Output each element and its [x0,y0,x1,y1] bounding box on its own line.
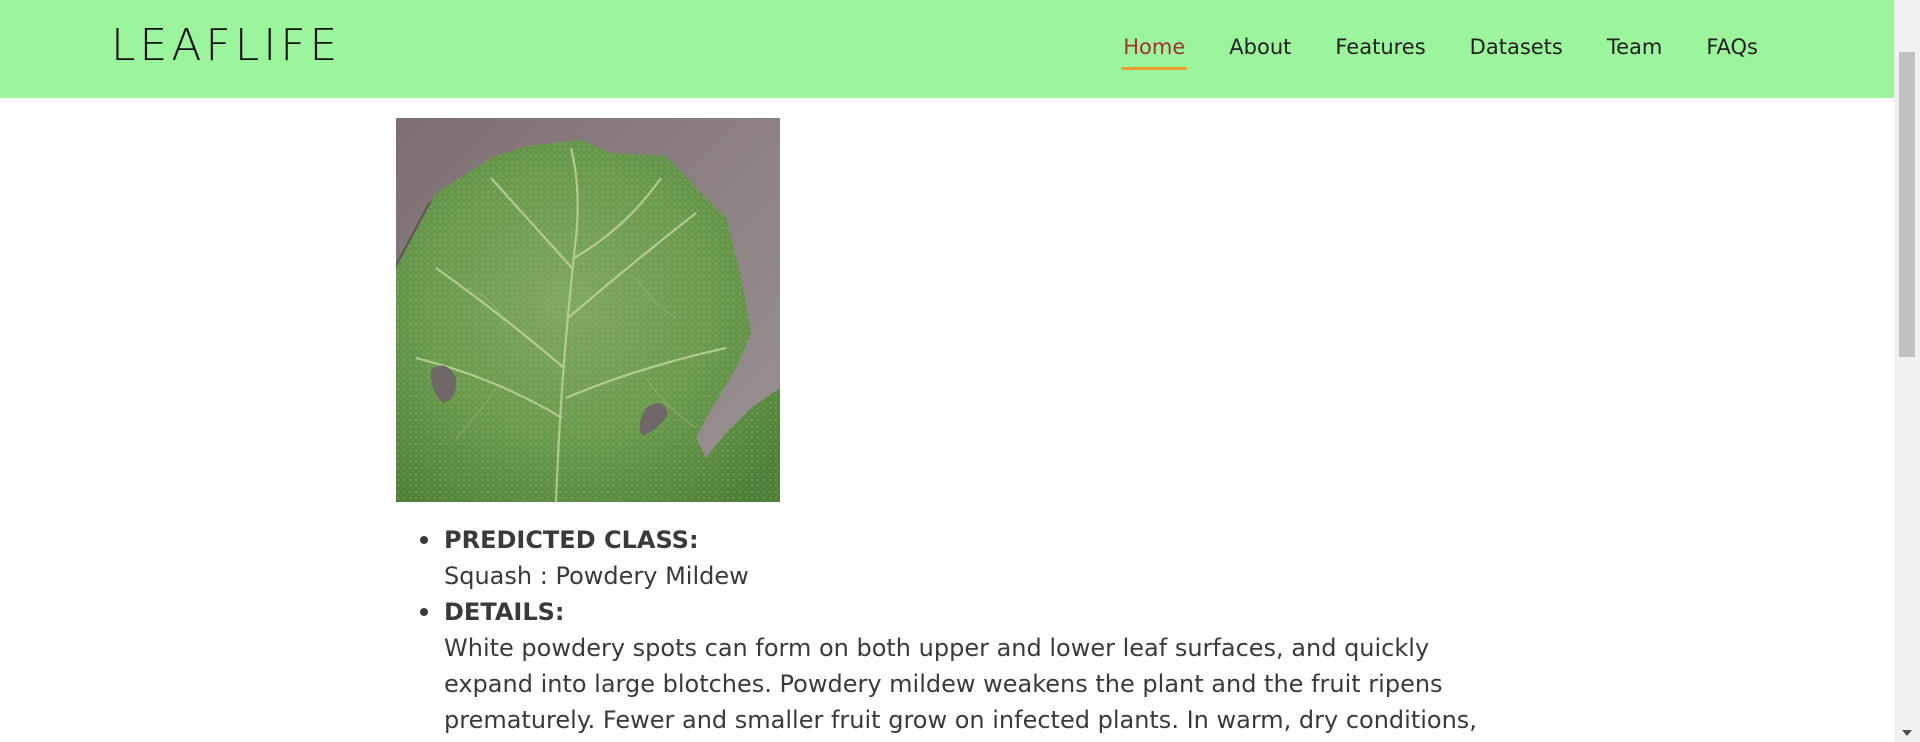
details-label: DETAILS: [444,598,565,626]
predicted-class-value: Squash : Powdery Mildew [444,562,749,590]
leaf-photo [396,118,780,502]
nav-features-link[interactable]: Features [1313,30,1447,64]
page: LEAFLIFE Home About Features Datasets Te… [0,0,1894,742]
leaf-photo-icon [396,118,780,502]
prediction-result: PREDICTED CLASS: Squash : Powdery Mildew… [396,118,1506,742]
predicted-class-item: PREDICTED CLASS: Squash : Powdery Mildew [420,522,1506,594]
details-value: White powdery spots can form on both upp… [444,634,1477,734]
result-list: PREDICTED CLASS: Squash : Powdery Mildew… [396,522,1506,742]
navbar: LEAFLIFE Home About Features Datasets Te… [0,0,1894,98]
brand-logo[interactable]: LEAFLIFE [111,21,341,71]
nav-team-link[interactable]: Team [1585,30,1685,64]
nav-about-link[interactable]: About [1207,30,1313,64]
nav-datasets-link[interactable]: Datasets [1448,30,1585,64]
scrollbar-thumb[interactable] [1899,52,1915,357]
nav-home-link[interactable]: Home [1101,30,1207,70]
vertical-scrollbar[interactable] [1894,0,1920,742]
nav-faqs-link[interactable]: FAQs [1684,30,1780,64]
browser-viewport: LEAFLIFE Home About Features Datasets Te… [0,0,1920,742]
predicted-class-label: PREDICTED CLASS: [444,526,699,554]
details-item: DETAILS: White powdery spots can form on… [420,594,1506,742]
scroll-down-arrow-icon[interactable] [1902,730,1912,736]
nav-menu: Home About Features Datasets Team FAQs [1101,30,1780,70]
